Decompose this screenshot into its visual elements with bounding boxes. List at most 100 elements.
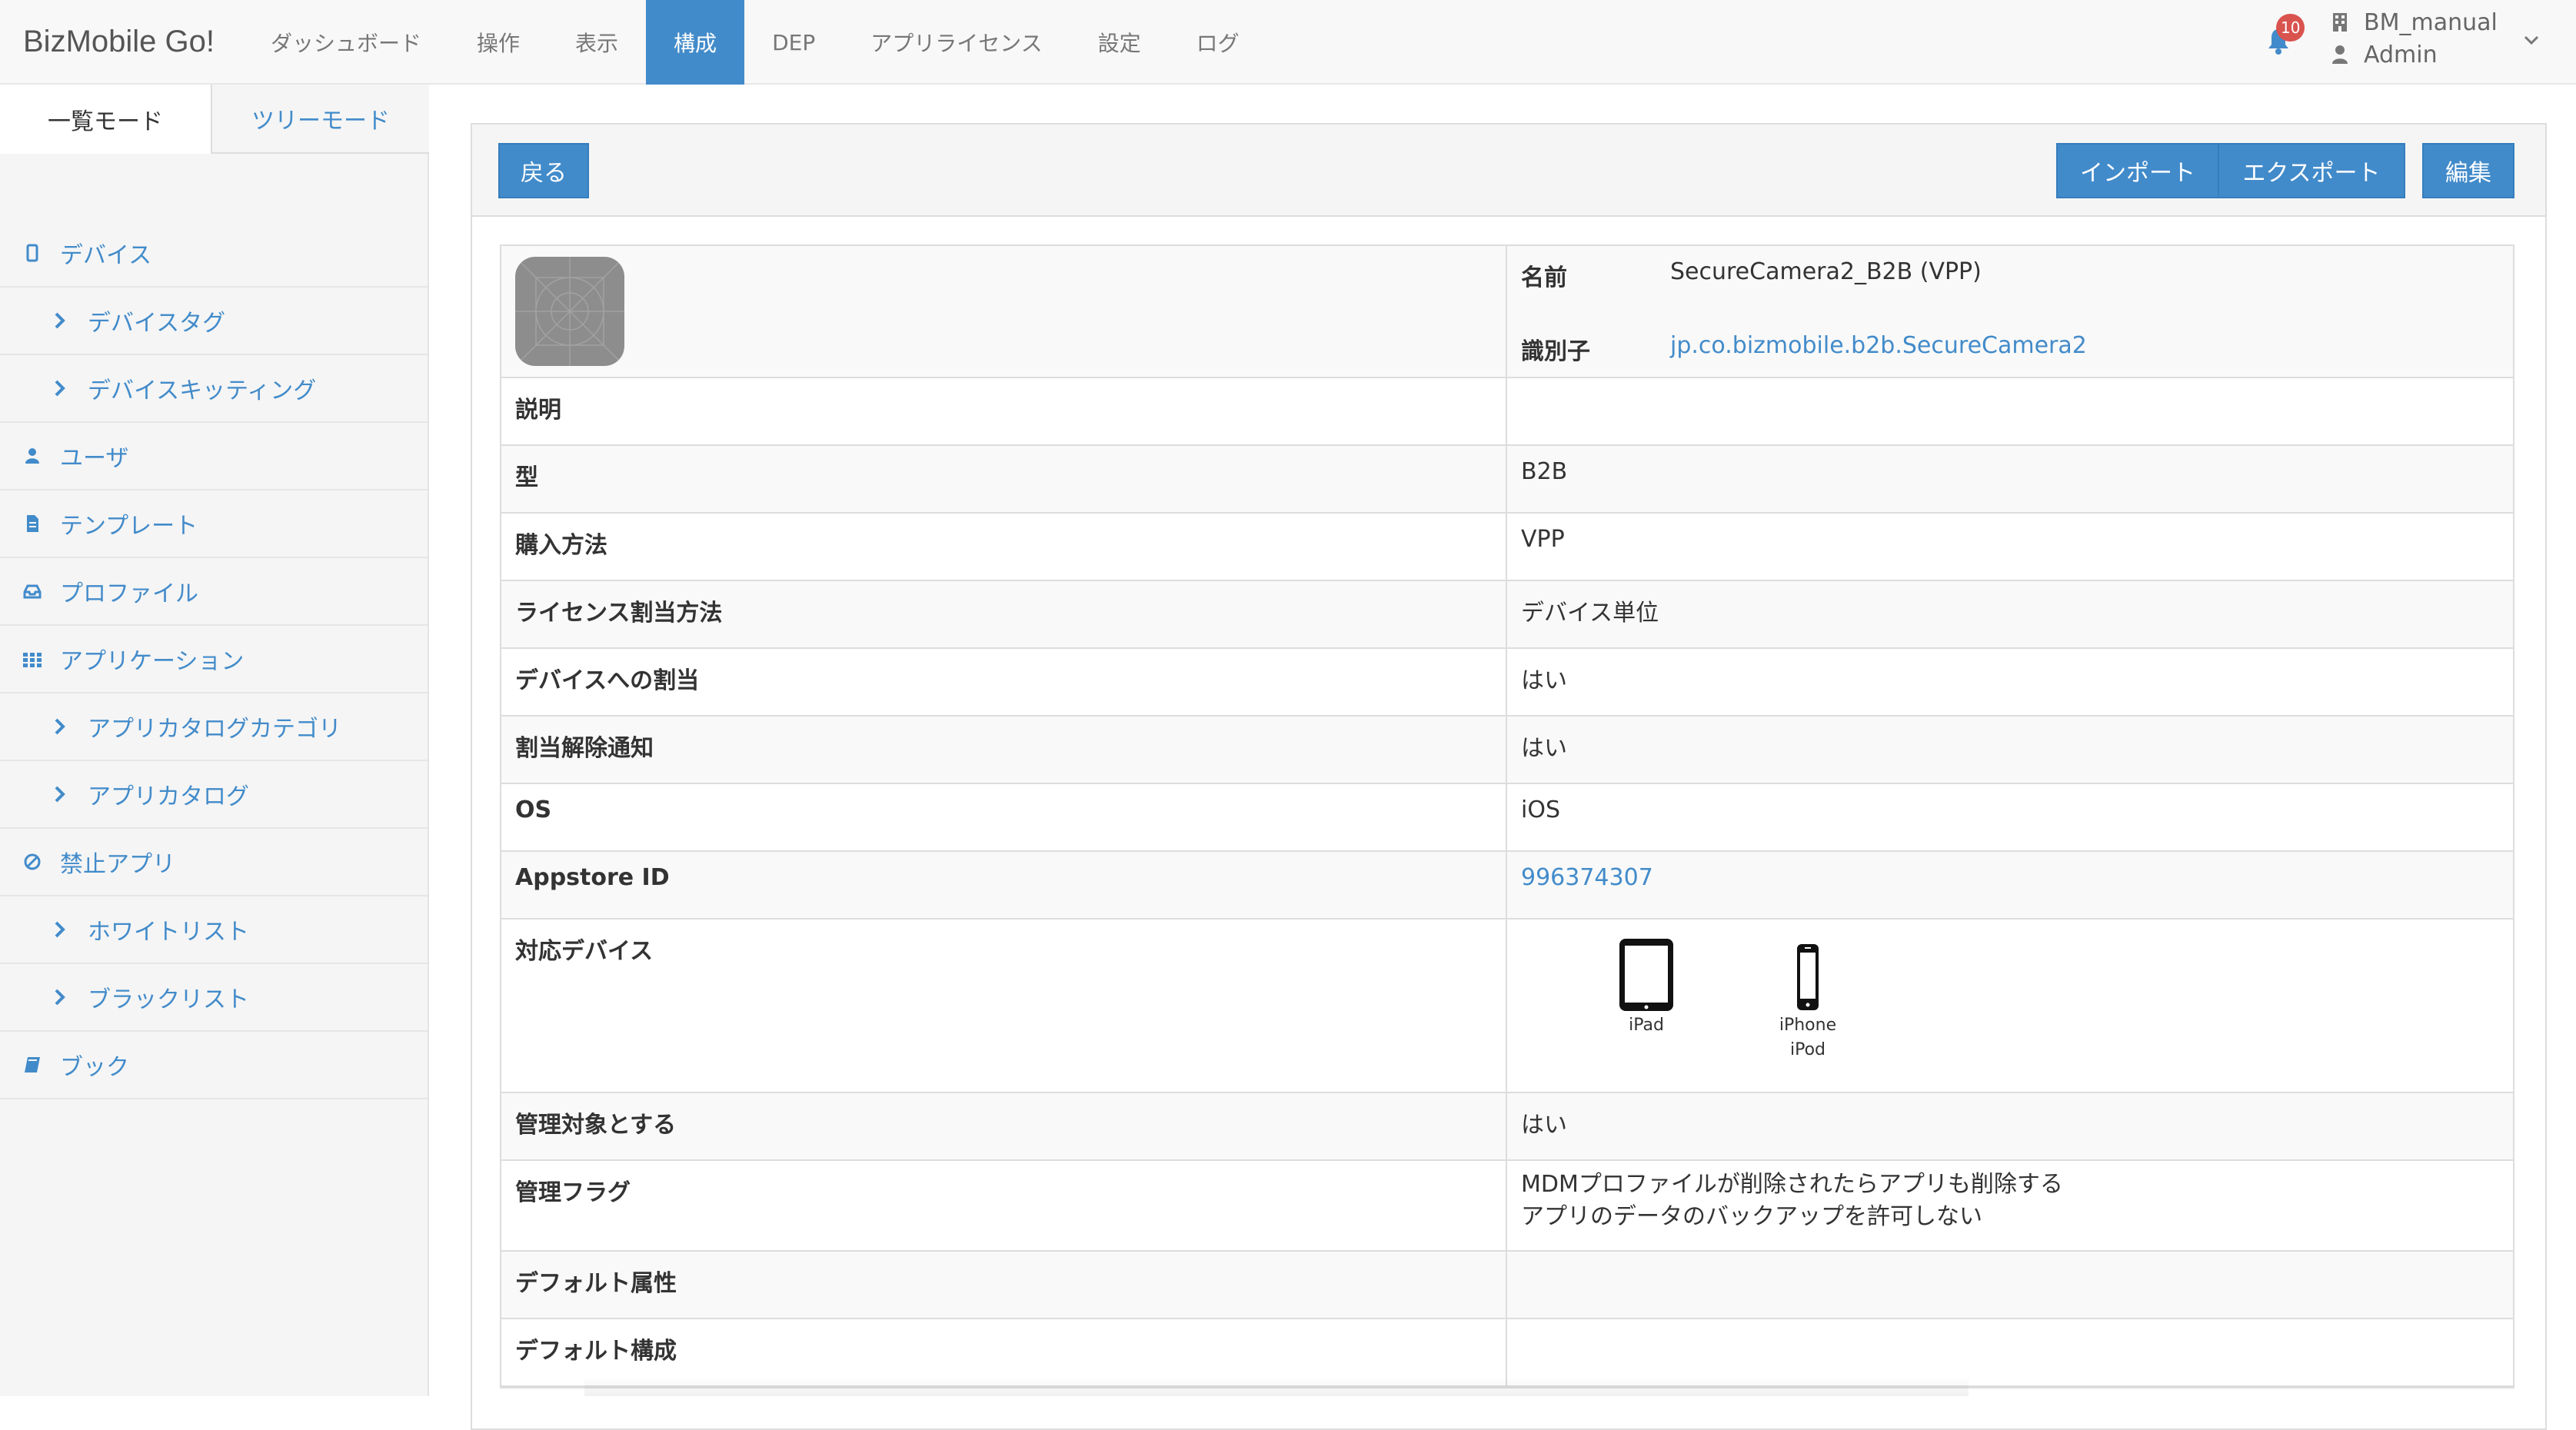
row-value [1507,1252,2513,1318]
sidebar-item-app-catalog-category[interactable]: アプリカタログカテゴリ [0,693,428,761]
sidebar-item-label: ブラックリスト [88,986,249,1013]
sidebar-item-label: デバイス [60,242,152,269]
nav-log[interactable]: ログ [1169,0,1267,85]
app-placeholder-icon [515,257,624,366]
row-label: 対応デバイス [501,920,1507,1092]
brand-logo[interactable]: BizMobile Go! [23,25,215,59]
sidebar-item-label: デバイスキッティング [88,377,317,404]
name-value: SecureCamera2_B2B (VPP) [1670,258,1982,285]
chevron-right-icon [55,380,65,397]
sidebar-item-template[interactable]: テンプレート [0,491,428,558]
sidebar-item-label: ホワイトリスト [88,919,249,946]
chevron-down-icon[interactable] [2522,31,2541,49]
supported-devices-cell: iPad iPhone iPod [1507,920,2513,1092]
sidebar-item-whitelist[interactable]: ホワイトリスト [0,896,428,964]
device-label: iPhone [1779,1016,1837,1035]
row-label: ライセンス割当方法 [501,581,1507,647]
building-icon [2333,13,2347,32]
row-label: 型 [501,446,1507,512]
table-row: デフォルト属性 [501,1252,2513,1319]
panel-toolbar: 戻る インポート エクスポート 編集 [472,125,2545,217]
table-row: ライセンス割当方法 デバイス単位 [501,581,2513,649]
row-value: はい [1521,735,1567,762]
name-identifier-cell: 名前 SecureCamera2_B2B (VPP) 識別子 jp.co.biz… [1507,246,2513,377]
sidebar-item-profile[interactable]: プロファイル [0,558,428,626]
chevron-right-icon [55,312,65,329]
export-button[interactable]: エクスポート [2218,143,2405,198]
table-row: 購入方法 VPP [501,514,2513,581]
user-icon [2332,45,2348,64]
sidebar-item-label: アプリケーション [60,648,245,675]
sidebar-item-application[interactable]: アプリケーション [0,626,428,693]
row-label: Appstore ID [501,852,1507,918]
tab-tree-mode[interactable]: ツリーモード [212,85,429,154]
sidebar-item-blacklist[interactable]: ブラックリスト [0,964,428,1032]
app-icon [515,257,624,366]
sidebar-item-label: テンプレート [60,513,198,540]
sidebar-item-device-kitting[interactable]: デバイスキッティング [0,355,428,423]
sidebar-item-device[interactable]: デバイス [0,220,428,288]
nav-dashboard[interactable]: ダッシュボード [243,0,449,85]
user-menu[interactable]: BM_manual Admin [2331,6,2498,71]
row-label: OS [501,784,1507,850]
device-label: iPad [1629,1016,1664,1035]
tab-list-mode[interactable]: 一覧モード [0,85,212,154]
row-value: はい [1521,1112,1567,1139]
import-button[interactable]: インポート [2056,143,2219,198]
identifier-link[interactable]: jp.co.bizmobile.b2b.SecureCamera2 [1670,332,2499,366]
nav-configuration[interactable]: 構成 [646,0,745,85]
table-row: 説明 [501,378,2513,446]
user-role: Admin [2364,41,2438,68]
sidebar-list: デバイス デバイスタグ デバイスキッティング ユーザ テンプレート プロファイル [0,220,428,1099]
sidebar-item-book[interactable]: ブック [0,1032,428,1099]
row-value [1507,378,2513,444]
back-button[interactable]: 戻る [498,143,589,198]
appstore-id-link[interactable]: 996374307 [1507,852,2513,918]
table-row: 型 B2B [501,446,2513,514]
table-row: OS iOS [501,784,2513,852]
chevron-right-icon [55,718,65,735]
table-row: Appstore ID 996374307 [501,852,2513,920]
sidebar-item-app-catalog[interactable]: アプリカタログ [0,761,428,829]
device-iphone-ipod: iPhone iPod [1727,936,1889,1063]
identifier-label: 識別子 [1521,338,1590,365]
sidebar-item-user[interactable]: ユーザ [0,423,428,491]
ban-icon [24,853,41,870]
sidebar: 一覧モード ツリーモード デバイス デバイスタグ デバイスキッティング ユーザ … [0,85,429,1396]
sidebar-item-label: アプリカタログ [88,783,249,810]
app-detail-panel: 戻る インポート エクスポート 編集 名前 SecureCamera2_B2B … [471,123,2547,1430]
mode-tabs: 一覧モード ツリーモード [0,85,429,154]
device-ipad: iPad [1566,936,1727,1063]
nav-app-license[interactable]: アプリライセンス [843,0,1070,85]
table-row: 管理フラグ MDMプロファイルが削除されたらアプリも削除する アプリのデータのバ… [501,1161,2513,1252]
nav-view[interactable]: 表示 [547,0,646,85]
sidebar-item-label: 禁止アプリ [60,851,175,878]
mobile-icon [26,244,38,262]
main-nav: ダッシュボード 操作 表示 構成 DEP アプリライセンス 設定 ログ [243,0,1267,85]
table-row: 割当解除通知 はい [501,717,2513,784]
row-label: 割当解除通知 [501,717,1507,783]
row-label: デフォルト属性 [501,1252,1507,1318]
bottom-shadow [584,1376,1969,1396]
name-label: 名前 [1521,264,1567,291]
row-label: デバイスへの割当 [501,649,1507,715]
chevron-right-icon [55,921,65,938]
book-icon [25,1057,40,1072]
row-value: デバイス単位 [1521,600,1659,627]
row-label: 購入方法 [501,514,1507,580]
nav-operation[interactable]: 操作 [449,0,547,85]
nav-dep[interactable]: DEP [744,0,843,85]
sidebar-item-device-tag[interactable]: デバイスタグ [0,288,428,355]
app-icon-cell [501,246,1507,377]
sidebar-item-label: デバイスタグ [88,310,226,337]
flag-item: アプリのデータのバックアップを許可しない [1521,1203,1982,1230]
sidebar-item-label: ブック [60,1054,129,1081]
device-label: iPod [1789,1040,1826,1059]
edit-button[interactable]: 編集 [2422,143,2514,198]
table-row: 対応デバイス iPad iPhone iPod [501,920,2513,1093]
top-navbar: BizMobile Go! ダッシュボード 操作 表示 構成 DEP アプリライ… [0,0,2576,85]
sidebar-item-prohibited-apps[interactable]: 禁止アプリ [0,829,428,896]
row-label: 説明 [501,378,1507,444]
user-name: BM_manual [2364,8,2498,36]
nav-settings[interactable]: 設定 [1070,0,1169,85]
